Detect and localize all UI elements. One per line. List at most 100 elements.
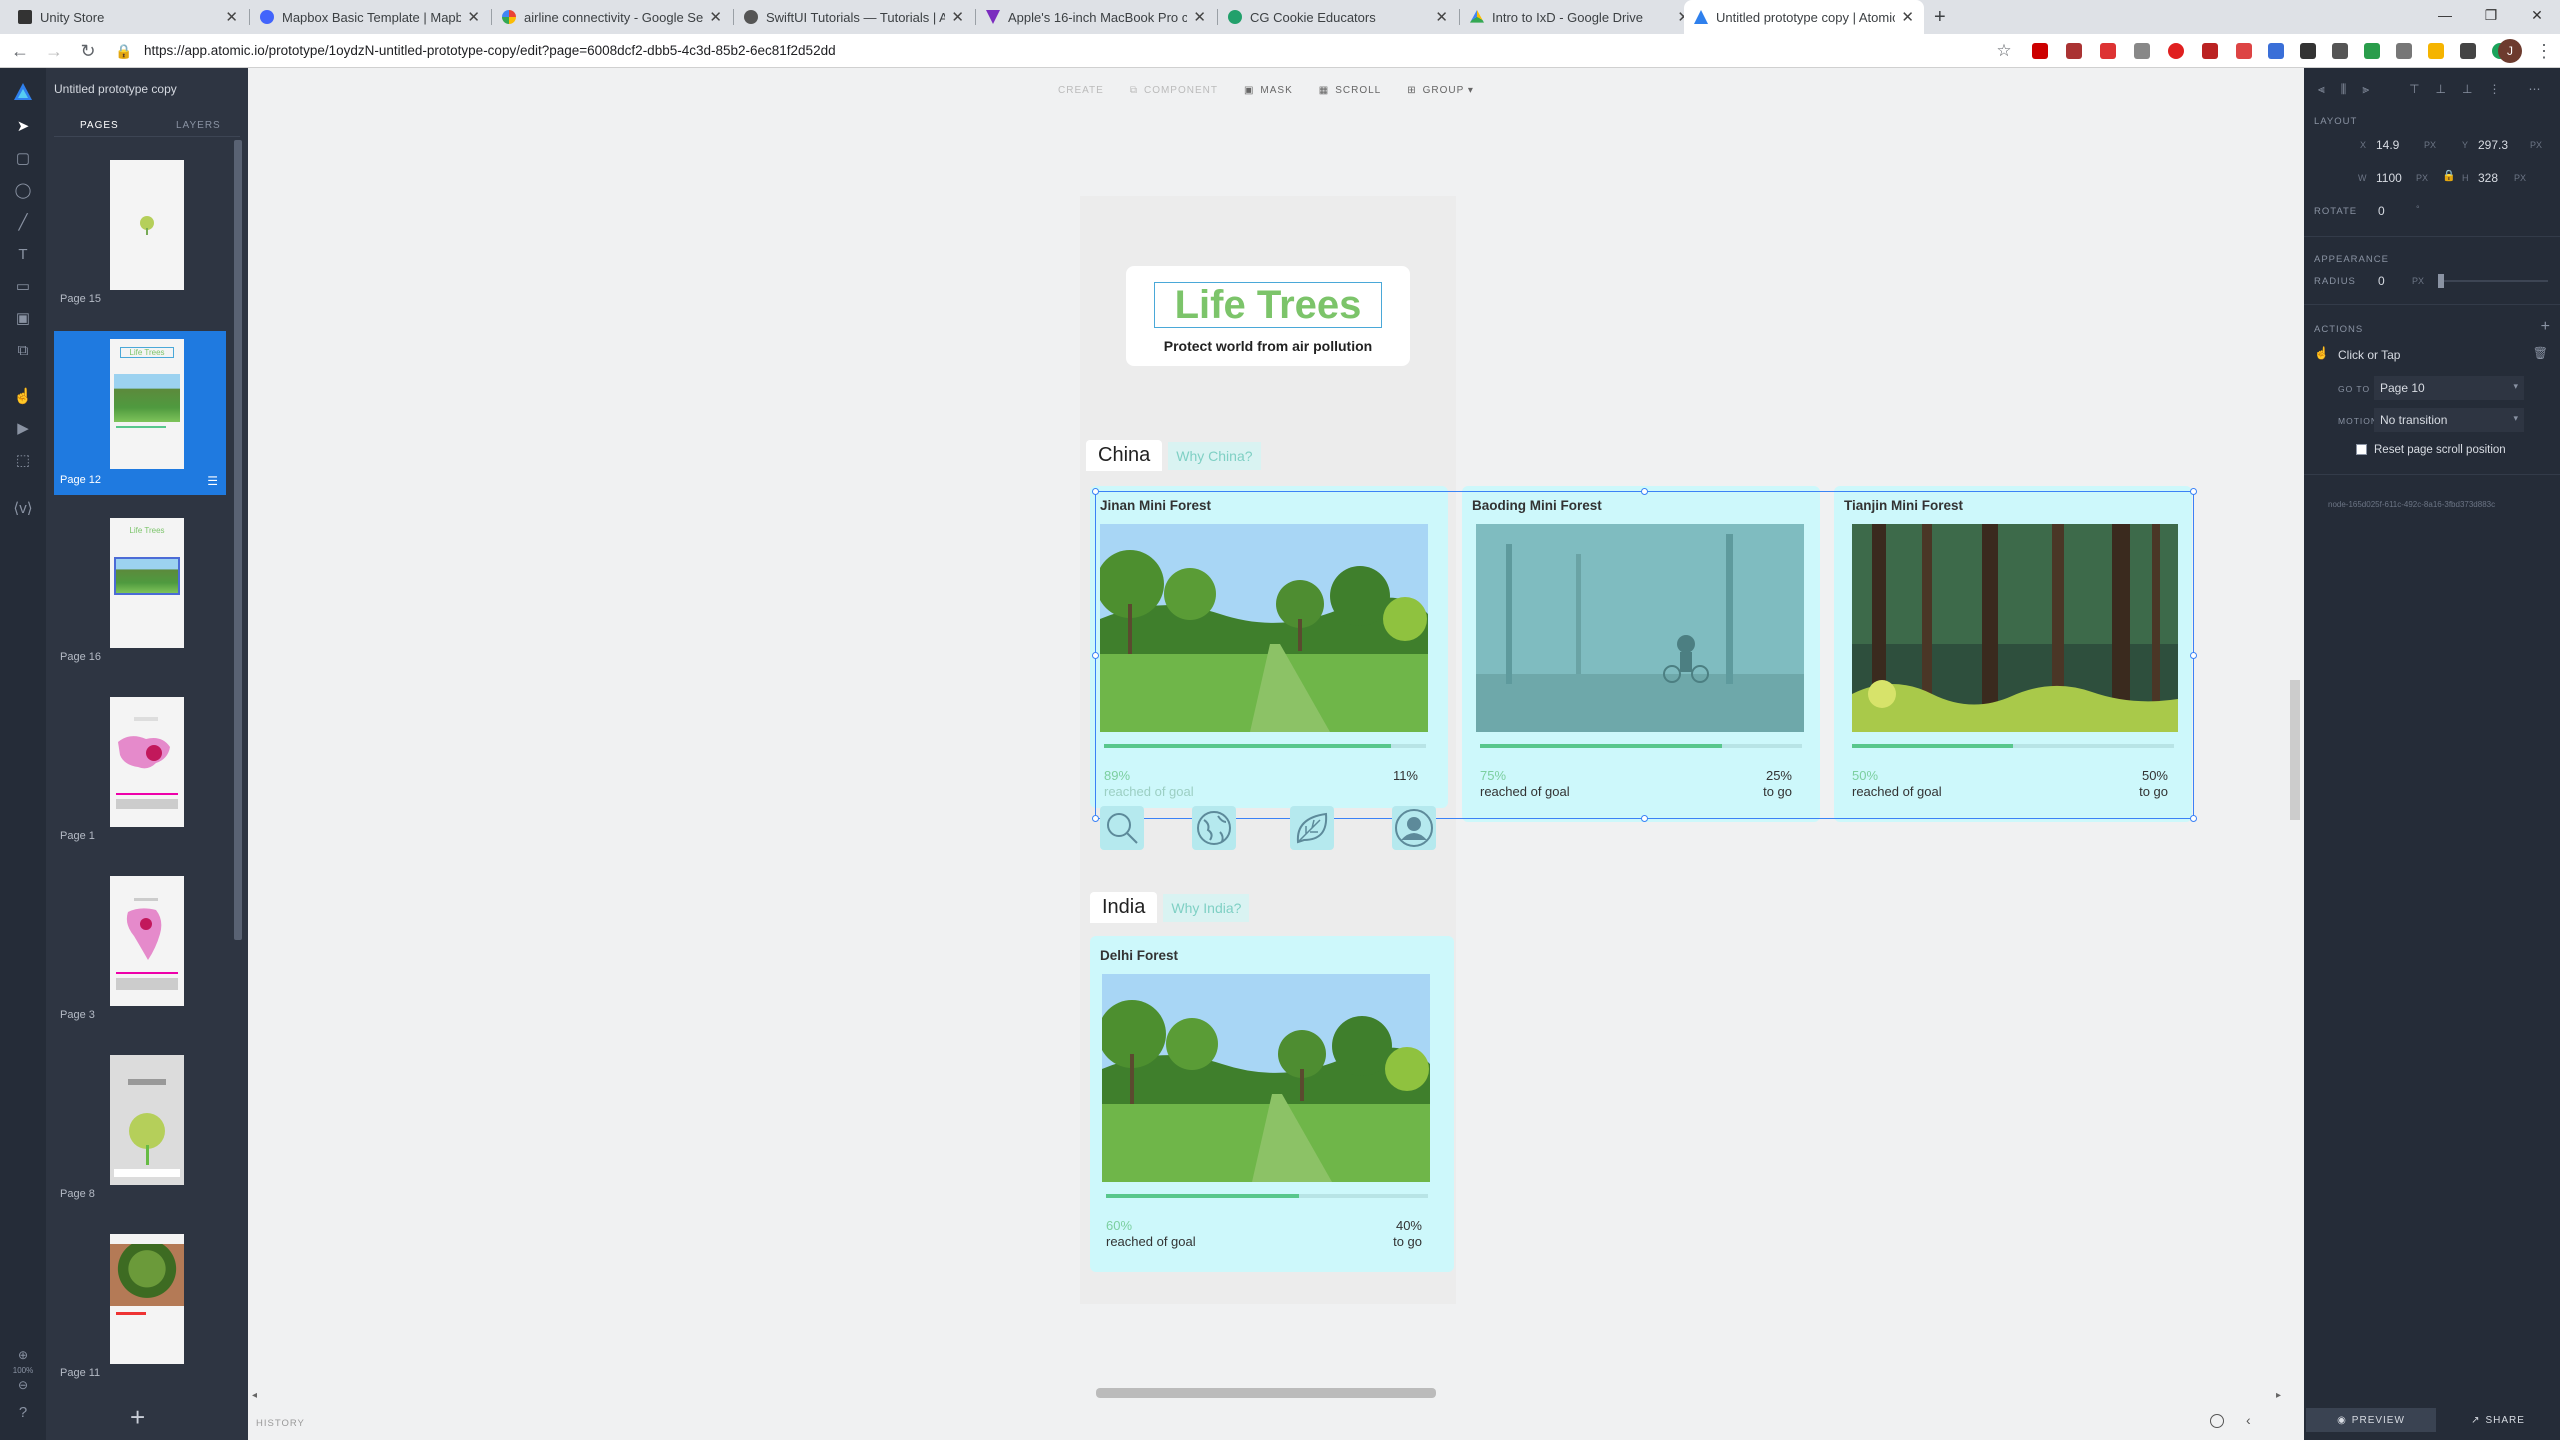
h-input[interactable]: 328	[2478, 171, 2498, 185]
add-action-icon[interactable]: +	[2541, 318, 2550, 336]
align-right-icon[interactable]: ⫸	[2362, 82, 2369, 97]
page-thumbnail-selected[interactable]: Life Trees Page 12 ☰	[54, 331, 226, 495]
new-tab-button[interactable]: +	[1928, 0, 1958, 34]
forest-card-delhi[interactable]: Delhi Forest 60% reached of goal 40% to …	[1090, 936, 1454, 1272]
select-tool-icon[interactable]: ➤	[12, 116, 34, 138]
profile-avatar[interactable]: J	[2498, 39, 2522, 63]
browser-tab[interactable]: airline connectivity - Google Sea ✕	[492, 0, 732, 34]
close-tab-icon[interactable]: ✕	[225, 8, 238, 26]
reload-icon[interactable]: ↻	[76, 40, 100, 62]
canvas-vertical-scrollbar[interactable]	[2290, 680, 2300, 820]
maximize-icon[interactable]: ❐	[2468, 0, 2514, 30]
text-tool-icon[interactable]: T	[12, 244, 34, 266]
browser-tab-active[interactable]: Untitled prototype copy | Atomic ✕	[1684, 0, 1924, 34]
line-tool-icon[interactable]: ╱	[12, 212, 34, 234]
extension-icon[interactable]	[2396, 43, 2412, 59]
mask-button[interactable]: ▣ MASK	[1244, 80, 1293, 100]
more-align-icon[interactable]: ⋯	[2528, 82, 2540, 97]
rotate-input[interactable]: 0	[2378, 204, 2385, 218]
lock-ratio-icon[interactable]: 🔒	[2442, 169, 2456, 182]
browser-tab[interactable]: Intro to IxD - Google Drive ✕	[1460, 0, 1700, 34]
lock-icon[interactable]: 🔒	[112, 40, 136, 62]
tab-layers[interactable]: LAYERS	[176, 120, 221, 131]
canvas-horizontal-scrollbar[interactable]	[1096, 1388, 1436, 1398]
x-input[interactable]: 14.9	[2376, 138, 2399, 152]
extension-icon[interactable]	[2268, 43, 2284, 59]
page-thumbnail[interactable]: Page 8	[54, 1047, 226, 1207]
reset-scroll-checkbox[interactable]	[2356, 444, 2367, 455]
close-tab-icon[interactable]: ✕	[1193, 8, 1206, 26]
extension-icon[interactable]	[2066, 43, 2082, 59]
share-button[interactable]: ↗ SHARE	[2440, 1408, 2556, 1432]
extension-icon[interactable]	[2364, 43, 2380, 59]
preview-button[interactable]: ◉ PREVIEW	[2306, 1408, 2436, 1432]
add-page-button[interactable]: +	[130, 1402, 145, 1433]
align-left-icon[interactable]: ⫷	[2318, 82, 2325, 97]
align-center-icon[interactable]: ⫼	[2341, 82, 2347, 97]
close-tab-icon[interactable]: ✕	[467, 8, 480, 26]
component-tool-icon[interactable]: ▭	[12, 276, 34, 298]
page-menu-icon[interactable]: ☰	[207, 474, 218, 488]
extension-icon[interactable]	[2100, 43, 2116, 59]
variable-tool-icon[interactable]: ⟨v⟩	[12, 498, 34, 520]
radius-input[interactable]: 0	[2378, 274, 2385, 288]
scroll-right-arrow[interactable]: ▸	[2276, 1390, 2281, 1401]
menu-kebab-icon[interactable]: ⋮	[2532, 40, 2556, 62]
brand-logo-text[interactable]: Life Trees	[1154, 282, 1382, 328]
align-middle-icon[interactable]: ⊥	[2436, 82, 2446, 97]
close-tab-icon[interactable]: ✕	[709, 8, 722, 26]
ellipse-tool-icon[interactable]: ◯	[12, 180, 34, 202]
url-field[interactable]: https://app.atomic.io/prototype/1oydzN-u…	[144, 40, 836, 62]
extension-icon[interactable]	[2300, 43, 2316, 59]
radius-slider-track[interactable]	[2438, 274, 2548, 288]
forest-card-baoding[interactable]: Baoding Mini Forest 75% reached of goal …	[1462, 486, 1820, 822]
close-tab-icon[interactable]: ✕	[951, 8, 964, 26]
zoom-out-icon[interactable]: ⊖	[12, 1374, 34, 1396]
close-tab-icon[interactable]: ✕	[1901, 8, 1914, 26]
leaf-icon[interactable]	[1290, 806, 1334, 850]
profile-icon[interactable]	[1392, 806, 1436, 850]
help-icon[interactable]: ?	[12, 1402, 34, 1424]
extension-icon[interactable]	[2236, 43, 2252, 59]
scroll-left-arrow[interactable]: ◂	[252, 1390, 257, 1401]
w-input[interactable]: 1100	[2376, 171, 2402, 185]
extension-icon[interactable]	[2428, 43, 2444, 59]
crop-tool-icon[interactable]: ⬚	[12, 450, 34, 472]
record-icon[interactable]	[2210, 1414, 2224, 1428]
why-india-link[interactable]: Why India?	[1163, 893, 1250, 922]
bookmark-star-icon[interactable]: ☆	[1992, 40, 2016, 62]
why-china-link[interactable]: Why China?	[1168, 441, 1261, 470]
extension-icon[interactable]	[2202, 43, 2218, 59]
search-icon[interactable]	[1100, 806, 1144, 850]
page-thumbnail[interactable]: Page 11	[54, 1226, 226, 1386]
forward-icon[interactable]: →	[42, 40, 66, 62]
page-thumbnail[interactable]: Page 15	[54, 152, 226, 312]
image-tool-icon[interactable]: ▣	[12, 308, 34, 330]
align-top-icon[interactable]: ⊤	[2409, 82, 2419, 97]
forest-card-jinan[interactable]: Jinan Mini Forest 89% reached of goal 11…	[1090, 486, 1448, 808]
touch-tool-icon[interactable]: ☝	[12, 386, 34, 408]
align-bottom-icon[interactable]: ⊥	[2462, 82, 2472, 97]
rectangle-tool-icon[interactable]: ▢	[12, 148, 34, 170]
pages-scrollbar[interactable]	[234, 140, 242, 940]
page-thumbnail[interactable]: Life Trees Page 16	[54, 510, 226, 670]
y-input[interactable]: 297.3	[2478, 138, 2508, 152]
duplicate-tool-icon[interactable]: ⧉	[12, 340, 34, 362]
group-button[interactable]: ⊞ GROUP ▾	[1407, 80, 1474, 100]
extension-icon[interactable]	[2332, 43, 2348, 59]
close-tab-icon[interactable]: ✕	[1435, 8, 1448, 26]
pdf-extension-icon[interactable]	[2032, 43, 2048, 59]
page-thumbnail[interactable]: Page 3	[54, 868, 226, 1028]
action-trigger[interactable]: Click or Tap	[2338, 348, 2400, 362]
browser-tab[interactable]: CG Cookie Educators ✕	[1218, 0, 1458, 34]
close-window-icon[interactable]: ✕	[2514, 0, 2560, 30]
motion-select[interactable]: No transition ▾	[2374, 408, 2524, 432]
minimize-icon[interactable]: —	[2422, 0, 2468, 30]
history-label[interactable]: HISTORY	[256, 1418, 305, 1429]
forest-card-tianjin[interactable]: Tianjin Mini Forest 50% reached of goal …	[1834, 486, 2192, 822]
extension-icon[interactable]	[2168, 43, 2184, 59]
video-tool-icon[interactable]: ▶	[12, 418, 34, 440]
collapse-history-icon[interactable]: ‹	[2246, 1412, 2251, 1428]
scroll-button[interactable]: ▦ SCROLL	[1319, 80, 1381, 100]
goto-select[interactable]: Page 10 ▾	[2374, 376, 2524, 400]
